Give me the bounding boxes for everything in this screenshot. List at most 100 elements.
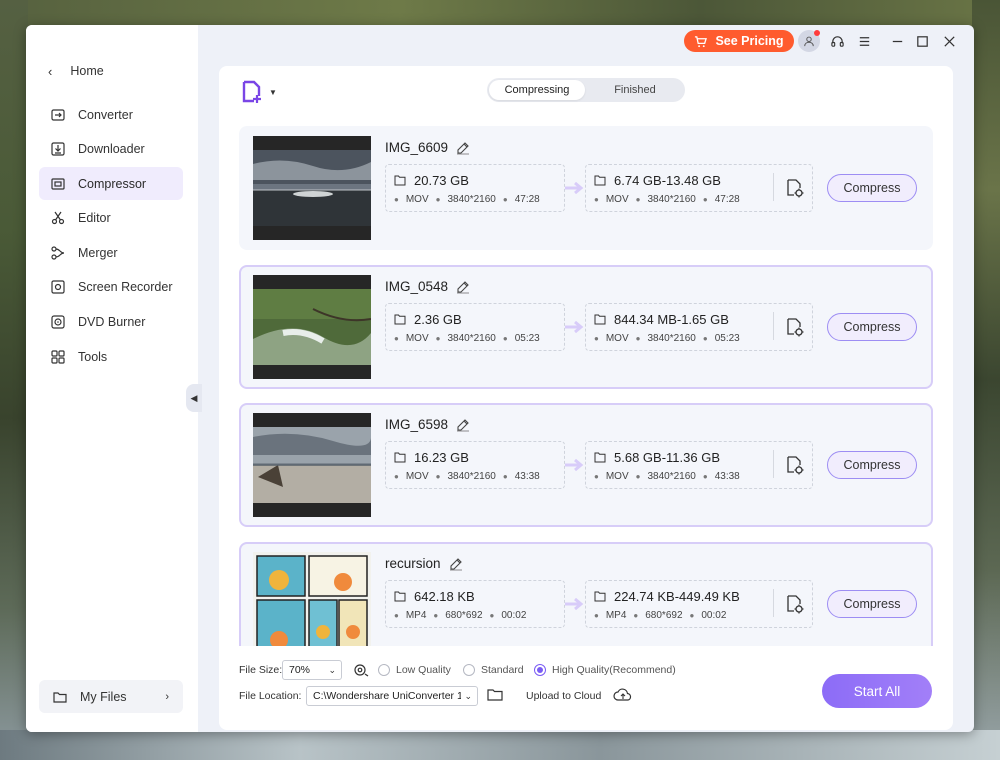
sidebar-item-screen-recorder[interactable]: Screen Recorder — [39, 270, 183, 303]
compress-settings-icon[interactable] — [783, 316, 805, 338]
desktop-background-bottom — [0, 730, 1000, 760]
quality-low-radio[interactable]: Low Quality — [378, 664, 451, 676]
add-files-button[interactable]: ▼ — [241, 80, 277, 104]
file-size-label: File Size: — [239, 664, 283, 676]
radio-circle-selected — [534, 664, 546, 676]
source-info: 16.23 GB ● MOV ● 3840*2160 ● 43:38 — [385, 441, 565, 489]
divider — [773, 450, 774, 478]
radio-circle — [463, 664, 475, 676]
quality-settings-icon[interactable] — [352, 661, 370, 679]
sidebar-item-downloader[interactable]: Downloader — [39, 132, 183, 165]
app-window: ‹ Home Converter Downloader Compressor E… — [26, 25, 974, 732]
sidebar-item-label: DVD Burner — [78, 314, 146, 329]
edit-icon[interactable] — [456, 280, 470, 294]
add-file-icon — [242, 80, 261, 103]
target-size: 844.34 MB-1.65 GB — [614, 312, 729, 327]
file-card[interactable]: recursion 642.18 KB ● MP4 ● 680*692 ● 00:02 2… — [239, 542, 933, 646]
file-name-text: IMG_6598 — [385, 417, 449, 432]
sidebar-item-label: Downloader — [78, 141, 145, 156]
source-duration: 00:02 — [501, 610, 527, 621]
home-label: Home — [70, 64, 104, 78]
compress-button[interactable]: Compress — [827, 590, 917, 618]
collapse-sidebar-button[interactable]: ◀ — [186, 384, 202, 412]
compress-settings-icon[interactable] — [783, 177, 805, 199]
arrow-right-icon — [565, 182, 584, 194]
compress-settings-icon[interactable] — [783, 454, 805, 476]
compress-button[interactable]: Compress — [827, 313, 917, 341]
file-card[interactable]: IMG_6598 16.23 GB ● MOV ● 3840*2160 ● 43:38 5… — [239, 403, 933, 527]
chevron-down-icon: ⌄ — [461, 690, 472, 702]
compress-button[interactable]: Compress — [827, 174, 917, 202]
avatar[interactable] — [798, 30, 820, 52]
start-all-button[interactable]: Start All — [822, 674, 932, 708]
compress-settings-icon[interactable] — [783, 593, 805, 615]
compress-button[interactable]: Compress — [827, 451, 917, 479]
video-thumbnail — [253, 413, 371, 517]
target-resolution: 680*692 — [645, 610, 683, 621]
maximize-icon[interactable] — [914, 33, 930, 49]
folder-icon — [594, 591, 606, 602]
scissors-icon — [49, 209, 66, 226]
radio-circle — [378, 664, 390, 676]
sidebar-item-compressor[interactable]: Compressor — [39, 167, 183, 200]
see-pricing-button[interactable]: See Pricing — [684, 30, 794, 52]
source-duration: 05:23 — [514, 333, 540, 344]
folder-icon[interactable] — [487, 688, 503, 702]
video-thumbnail — [253, 136, 371, 240]
folder-icon — [594, 452, 606, 463]
edit-icon[interactable] — [449, 557, 463, 571]
sidebar-item-merger[interactable]: Merger — [39, 236, 183, 269]
file-card[interactable]: IMG_0548 2.36 GB ● MOV ● 3840*2160 ● 05:23 84… — [239, 265, 933, 389]
source-resolution: 3840*2160 — [447, 194, 496, 205]
source-size: 642.18 KB — [414, 589, 475, 604]
compressor-panel: ▼ Compressing Finished IMG_6609 20.73 GB… — [219, 66, 953, 730]
file-size-select[interactable]: 70% ⌄ — [282, 660, 342, 680]
sidebar-item-converter[interactable]: Converter — [39, 98, 183, 131]
my-files-button[interactable]: My Files › — [39, 680, 183, 713]
target-duration: 43:38 — [714, 471, 740, 482]
source-info: 20.73 GB ● MOV ● 3840*2160 ● 47:28 — [385, 164, 565, 212]
see-pricing-label: See Pricing — [715, 34, 784, 48]
quality-standard-radio[interactable]: Standard — [463, 664, 524, 676]
desktop-background-right — [972, 0, 1000, 760]
cloud-upload-icon[interactable] — [613, 687, 633, 703]
tab-compressing[interactable]: Compressing — [489, 80, 585, 100]
user-icon — [804, 36, 814, 47]
file-card[interactable]: IMG_6609 20.73 GB ● MOV ● 3840*2160 ● 47:28 6… — [239, 126, 933, 250]
sidebar-item-label: Converter — [78, 107, 133, 122]
sidebar-item-label: Compressor — [78, 176, 147, 191]
file-location-label: File Location: — [239, 690, 302, 702]
target-size: 6.74 GB-13.48 GB — [614, 173, 721, 188]
minimize-icon[interactable] — [889, 33, 905, 49]
downloader-icon — [49, 140, 66, 157]
edit-icon[interactable] — [456, 418, 470, 432]
close-icon[interactable] — [941, 33, 957, 49]
quality-standard-label: Standard — [481, 664, 524, 676]
dvd-icon — [49, 313, 66, 330]
sidebar-item-label: Editor — [78, 210, 111, 225]
status-tabs: Compressing Finished — [487, 78, 685, 102]
sidebar-item-tools[interactable]: Tools — [39, 340, 183, 373]
source-size: 2.36 GB — [414, 312, 462, 327]
source-format: MOV — [405, 471, 429, 482]
sidebar-item-dvd-burner[interactable]: DVD Burner — [39, 305, 183, 338]
bottom-bar: File Size: 70% ⌄ Low Quality Standard Hi… — [219, 650, 953, 730]
menu-icon[interactable] — [856, 33, 872, 49]
source-size: 16.23 GB — [414, 450, 469, 465]
home-link[interactable]: ‹ Home — [48, 61, 104, 81]
folder-icon — [594, 314, 606, 325]
tab-finished[interactable]: Finished — [587, 80, 683, 100]
edit-icon[interactable] — [456, 141, 470, 155]
chevron-down-icon: ⌄ — [328, 664, 336, 675]
quality-high-radio[interactable]: High Quality(Recommend) — [534, 664, 676, 676]
target-format: MP4 — [605, 610, 627, 621]
divider — [773, 173, 774, 201]
target-format: MOV — [605, 333, 629, 344]
chevron-down-icon: ▼ — [269, 87, 277, 97]
upload-to-cloud-label: Upload to Cloud — [526, 690, 602, 702]
video-thumbnail — [253, 275, 371, 379]
target-size: 5.68 GB-11.36 GB — [614, 450, 720, 465]
sidebar-item-editor[interactable]: Editor — [39, 201, 183, 234]
file-location-select[interactable]: C:\Wondershare UniConverter 1 ⌄ — [306, 686, 478, 706]
headset-icon[interactable] — [829, 33, 845, 49]
